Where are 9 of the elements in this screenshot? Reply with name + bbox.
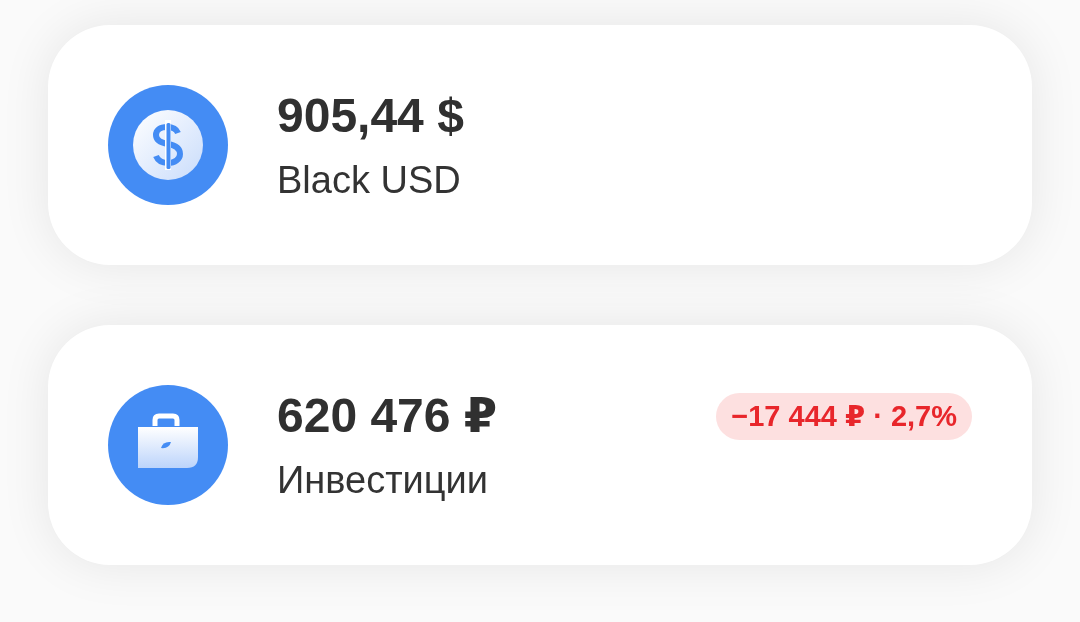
account-card[interactable]: 620 476 ₽ Инвестиции −17 444 ₽ · 2,7% [48,325,1032,565]
account-balance: 620 476 ₽ [277,388,499,444]
dollar-coin-icon [108,85,228,205]
briefcase-icon [108,385,228,505]
account-card[interactable]: 905,44 $ Black USD [48,25,1032,265]
change-badge: −17 444 ₽ · 2,7% [716,392,972,440]
account-balance: 905,44 $ [277,88,465,144]
account-name: Инвестиции [277,458,490,503]
account-name: Black USD [277,158,462,203]
